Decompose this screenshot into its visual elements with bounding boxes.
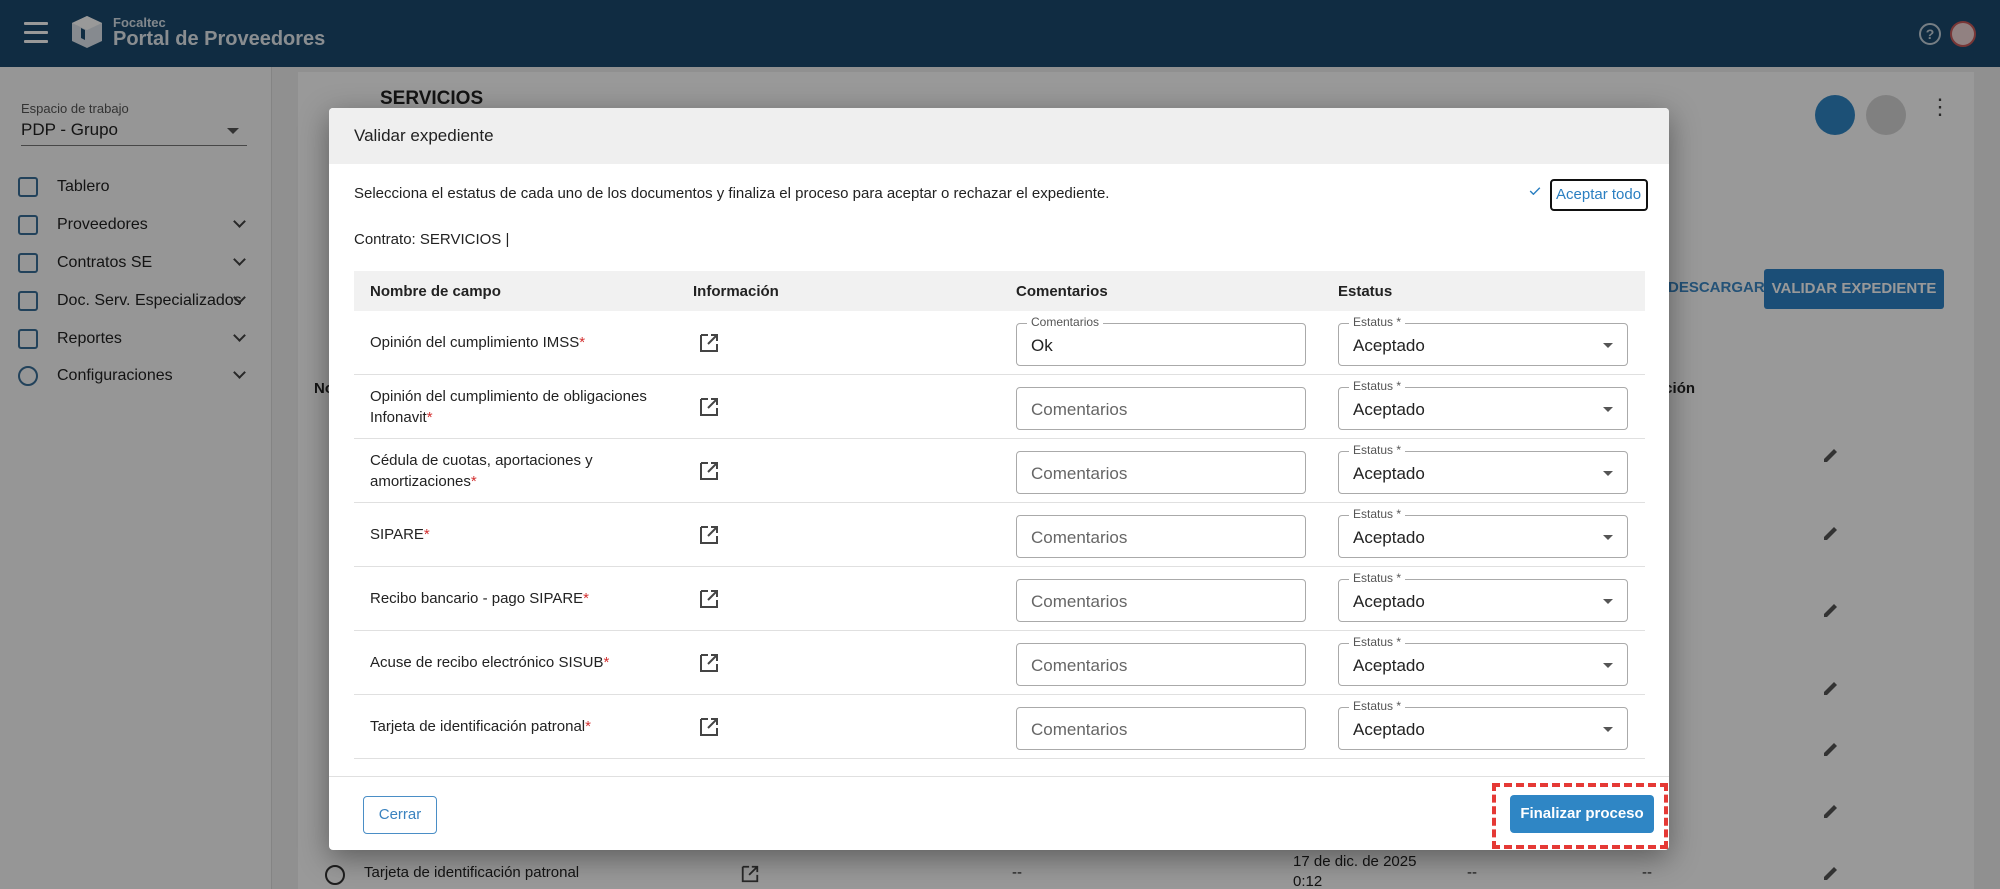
column-header-estatus: Estatus bbox=[1338, 283, 1393, 300]
status-select[interactable]: Estatus * Aceptado bbox=[1338, 315, 1628, 366]
status-floating-label: Estatus * bbox=[1349, 507, 1406, 521]
caret-down-icon bbox=[1603, 727, 1613, 732]
caret-down-icon bbox=[1603, 663, 1613, 668]
table-header: Nombre de campo Información Comentarios … bbox=[354, 271, 1645, 311]
required-mark: * bbox=[603, 654, 610, 671]
dialog-footer-divider bbox=[329, 776, 1669, 777]
status-floating-label: Estatus * bbox=[1349, 315, 1406, 329]
status-select[interactable]: Estatus * Aceptado bbox=[1338, 699, 1628, 750]
comment-placeholder: Comentarios bbox=[1031, 592, 1128, 611]
dialog-header: Validar expediente bbox=[329, 108, 1669, 164]
required-mark: * bbox=[470, 473, 477, 490]
contract-line: Contrato: SERVICIOS | bbox=[354, 231, 510, 248]
status-select[interactable]: Estatus * Aceptado bbox=[1338, 635, 1628, 686]
status-value: Aceptado bbox=[1353, 656, 1425, 675]
dialog-description: Selecciona el estatus de cada uno de los… bbox=[354, 185, 1110, 202]
status-floating-label: Estatus * bbox=[1349, 379, 1406, 393]
status-floating-label: Estatus * bbox=[1349, 635, 1406, 649]
field-name-text: Acuse de recibo electrónico SISUB bbox=[370, 654, 604, 671]
open-in-new-icon[interactable] bbox=[698, 396, 720, 418]
status-select[interactable]: Estatus * Aceptado bbox=[1338, 507, 1628, 558]
caret-down-icon bbox=[1603, 599, 1613, 604]
field-name: Recibo bancario - pago SIPARE* bbox=[370, 588, 670, 609]
finish-process-button[interactable]: Finalizar proceso bbox=[1510, 795, 1654, 833]
status-value: Aceptado bbox=[1353, 528, 1425, 547]
comment-placeholder: Comentarios bbox=[1031, 720, 1128, 739]
table-row: Acuse de recibo electrónico SISUB* Comen… bbox=[354, 631, 1645, 695]
status-value: Aceptado bbox=[1353, 592, 1425, 611]
caret-down-icon bbox=[1603, 471, 1613, 476]
caret-down-icon bbox=[1603, 407, 1613, 412]
field-name-text: Recibo bancario - pago SIPARE bbox=[370, 590, 584, 607]
open-in-new-icon[interactable] bbox=[698, 332, 720, 354]
column-header-comentarios: Comentarios bbox=[1016, 283, 1108, 300]
table-row: Opinión del cumplimiento IMSS* Comentari… bbox=[354, 311, 1645, 375]
status-select[interactable]: Estatus * Aceptado bbox=[1338, 443, 1628, 494]
open-in-new-icon[interactable] bbox=[698, 460, 720, 482]
status-floating-label: Estatus * bbox=[1349, 699, 1406, 713]
status-value: Aceptado bbox=[1353, 464, 1425, 483]
open-in-new-icon[interactable] bbox=[698, 652, 720, 674]
open-in-new-icon[interactable] bbox=[698, 588, 720, 610]
comment-input[interactable]: Comentarios bbox=[1016, 707, 1306, 750]
status-floating-label: Estatus * bbox=[1349, 443, 1406, 457]
comment-input[interactable]: Comentarios bbox=[1016, 451, 1306, 494]
table-row: Opinión del cumplimiento de obligaciones… bbox=[354, 375, 1645, 439]
caret-down-icon bbox=[1603, 343, 1613, 348]
required-mark: * bbox=[583, 590, 590, 607]
comment-input[interactable]: Comentarios bbox=[1016, 387, 1306, 430]
table-row: Tarjeta de identificación patronal* Come… bbox=[354, 695, 1645, 759]
field-name: Cédula de cuotas, aportaciones y amortiz… bbox=[370, 450, 630, 492]
comment-placeholder: Comentarios bbox=[1031, 528, 1128, 547]
check-icon bbox=[1529, 187, 1541, 195]
table-row: Cédula de cuotas, aportaciones y amortiz… bbox=[354, 439, 1645, 503]
comment-value: Ok bbox=[1031, 336, 1053, 355]
required-mark: * bbox=[426, 409, 433, 426]
field-name-text: Opinión del cumplimiento de obligaciones… bbox=[370, 388, 647, 426]
required-mark: * bbox=[585, 718, 591, 735]
accept-all-button[interactable]: Aceptar todo bbox=[1550, 179, 1649, 211]
required-mark: * bbox=[423, 526, 430, 543]
status-value: Aceptado bbox=[1353, 720, 1425, 739]
column-header-informacion: Información bbox=[693, 283, 779, 300]
open-in-new-icon[interactable] bbox=[698, 524, 720, 546]
field-name: Acuse de recibo electrónico SISUB* bbox=[370, 652, 670, 673]
field-name: Opinión del cumplimiento IMSS* bbox=[370, 332, 670, 353]
comment-placeholder: Comentarios bbox=[1031, 400, 1128, 419]
status-select[interactable]: Estatus * Aceptado bbox=[1338, 379, 1628, 430]
dialog-title: Validar expediente bbox=[354, 126, 494, 145]
field-name: Tarjeta de identificación patronal* bbox=[370, 716, 670, 737]
table-row: SIPARE* Comentarios Estatus * Aceptado bbox=[354, 503, 1645, 567]
comment-input[interactable]: Comentarios Ok bbox=[1016, 315, 1306, 366]
status-value: Aceptado bbox=[1353, 400, 1425, 419]
comment-placeholder: Comentarios bbox=[1031, 656, 1128, 675]
field-name: SIPARE* bbox=[370, 524, 670, 545]
close-button[interactable]: Cerrar bbox=[363, 796, 437, 834]
comment-input[interactable]: Comentarios bbox=[1016, 515, 1306, 558]
open-in-new-icon[interactable] bbox=[698, 716, 720, 738]
field-name-text: Tarjeta de identificación patronal bbox=[370, 718, 586, 735]
status-value: Aceptado bbox=[1353, 336, 1425, 355]
comment-placeholder: Comentarios bbox=[1031, 464, 1128, 483]
required-mark: * bbox=[579, 334, 586, 351]
field-name-text: Opinión del cumplimiento IMSS bbox=[370, 334, 580, 351]
caret-down-icon bbox=[1603, 535, 1613, 540]
field-name-text: SIPARE bbox=[370, 526, 424, 543]
column-header-nombre: Nombre de campo bbox=[370, 283, 501, 300]
comment-input[interactable]: Comentarios bbox=[1016, 643, 1306, 686]
comment-input[interactable]: Comentarios bbox=[1016, 579, 1306, 622]
field-name: Opinión del cumplimiento de obligaciones… bbox=[370, 386, 660, 428]
comment-floating-label: Comentarios bbox=[1027, 315, 1104, 329]
field-name-text: Cédula de cuotas, aportaciones y amortiz… bbox=[370, 452, 593, 490]
status-select[interactable]: Estatus * Aceptado bbox=[1338, 571, 1628, 622]
status-floating-label: Estatus * bbox=[1349, 571, 1406, 585]
table-row: Recibo bancario - pago SIPARE* Comentari… bbox=[354, 567, 1645, 631]
validar-expediente-dialog: Validar expediente Selecciona el estatus… bbox=[329, 108, 1669, 850]
